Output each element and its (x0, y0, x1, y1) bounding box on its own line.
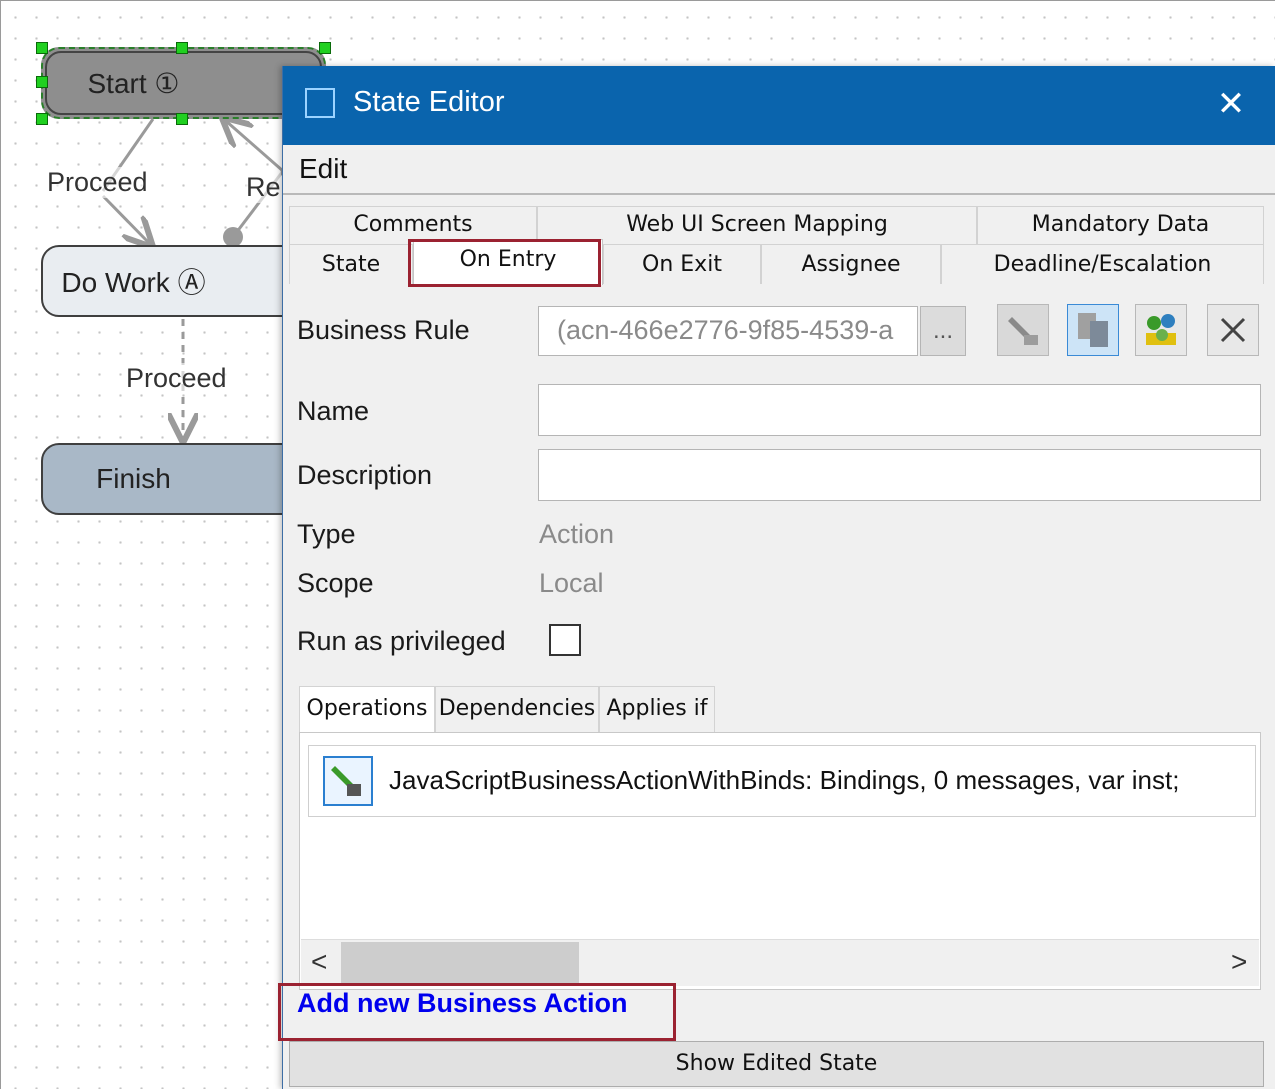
show-edited-state-button[interactable]: Show Edited State (289, 1041, 1264, 1087)
scroll-left-icon[interactable]: < (311, 946, 327, 978)
scroll-right-icon[interactable]: > (1231, 946, 1247, 978)
scrollbar-thumb[interactable] (341, 942, 579, 984)
dialog-title: State Editor (353, 86, 505, 118)
tab-deadline-escalation[interactable]: Deadline/Escalation (941, 244, 1264, 284)
edge-proceed-start-b (101, 194, 149, 243)
description-label: Description (297, 460, 433, 490)
name-label: Name (297, 396, 370, 426)
run-as-privileged-checkbox[interactable] (549, 624, 581, 656)
tab-strip: Comments Web UI Screen Mapping Mandatory… (289, 206, 1264, 286)
business-rule-field[interactable]: (acn-466e2776-9f85-4539-a (538, 306, 918, 356)
edge-return-b (226, 121, 284, 173)
close-icon[interactable]: ✕ (1209, 82, 1253, 126)
run-as-privileged-label: Run as privileged (297, 626, 506, 656)
operation-text: JavaScriptBusinessActionWithBinds: Bindi… (389, 765, 1180, 795)
copy-rule-icon[interactable] (1067, 304, 1119, 356)
add-business-action-link[interactable]: Add new Business Action (297, 988, 628, 1019)
resize-handle[interactable] (36, 76, 48, 88)
tab-on-exit[interactable]: On Exit (603, 244, 761, 284)
javascript-action-icon (323, 756, 373, 806)
menu-edit[interactable]: Edit (299, 153, 347, 185)
operations-list[interactable]: JavaScriptBusinessActionWithBinds: Bindi… (299, 732, 1261, 990)
menu-bar: Edit (283, 145, 1275, 195)
resize-handle[interactable] (176, 113, 188, 125)
edge-label-proceed: Proceed (47, 167, 148, 198)
type-value: Action (539, 519, 615, 549)
business-rule-label: Business Rule (297, 315, 470, 345)
tab-mandatory-data[interactable]: Mandatory Data (977, 206, 1264, 244)
list-item[interactable]: JavaScriptBusinessActionWithBinds: Bindi… (308, 745, 1256, 817)
window-icon (305, 88, 335, 118)
type-label: Type (297, 519, 356, 549)
description-field[interactable] (538, 449, 1261, 501)
remove-rule-icon[interactable] (1207, 304, 1259, 356)
browse-button[interactable]: ... (920, 306, 966, 356)
tab-web-ui-screen-mapping[interactable]: Web UI Screen Mapping (537, 206, 977, 244)
resize-handle[interactable] (176, 42, 188, 54)
resize-handle[interactable] (36, 42, 48, 54)
resize-handle[interactable] (319, 42, 331, 54)
tab-assignee[interactable]: Assignee (761, 244, 941, 284)
name-field[interactable] (538, 384, 1261, 436)
resize-handle[interactable] (36, 113, 48, 125)
group-rule-icon[interactable] (1135, 304, 1187, 356)
edit-rule-icon[interactable] (997, 304, 1049, 356)
state-editor-dialog: State Editor ✕ Edit Comments Web UI Scre… (278, 66, 1275, 1089)
edge-origin-dot (223, 227, 243, 247)
edge-label-return: Re (246, 172, 281, 203)
title-bar[interactable]: State Editor ✕ (283, 66, 1275, 145)
start-node-label: Start ① (87, 67, 180, 99)
tab-state[interactable]: State (289, 244, 413, 284)
edge-label-proceed: Proceed (126, 363, 227, 394)
horizontal-scrollbar[interactable]: < > (301, 939, 1259, 986)
do-work-node-label: Do Work Ⓐ (61, 267, 206, 298)
subtab-dependencies[interactable]: Dependencies (435, 686, 599, 732)
scope-value: Local (539, 568, 604, 598)
finish-node-label: Finish (96, 463, 171, 494)
subtab-operations[interactable]: Operations (299, 686, 435, 732)
scope-label: Scope (297, 568, 374, 598)
tab-on-entry[interactable]: On Entry (413, 239, 603, 285)
subtab-applies-if[interactable]: Applies if (599, 686, 715, 732)
